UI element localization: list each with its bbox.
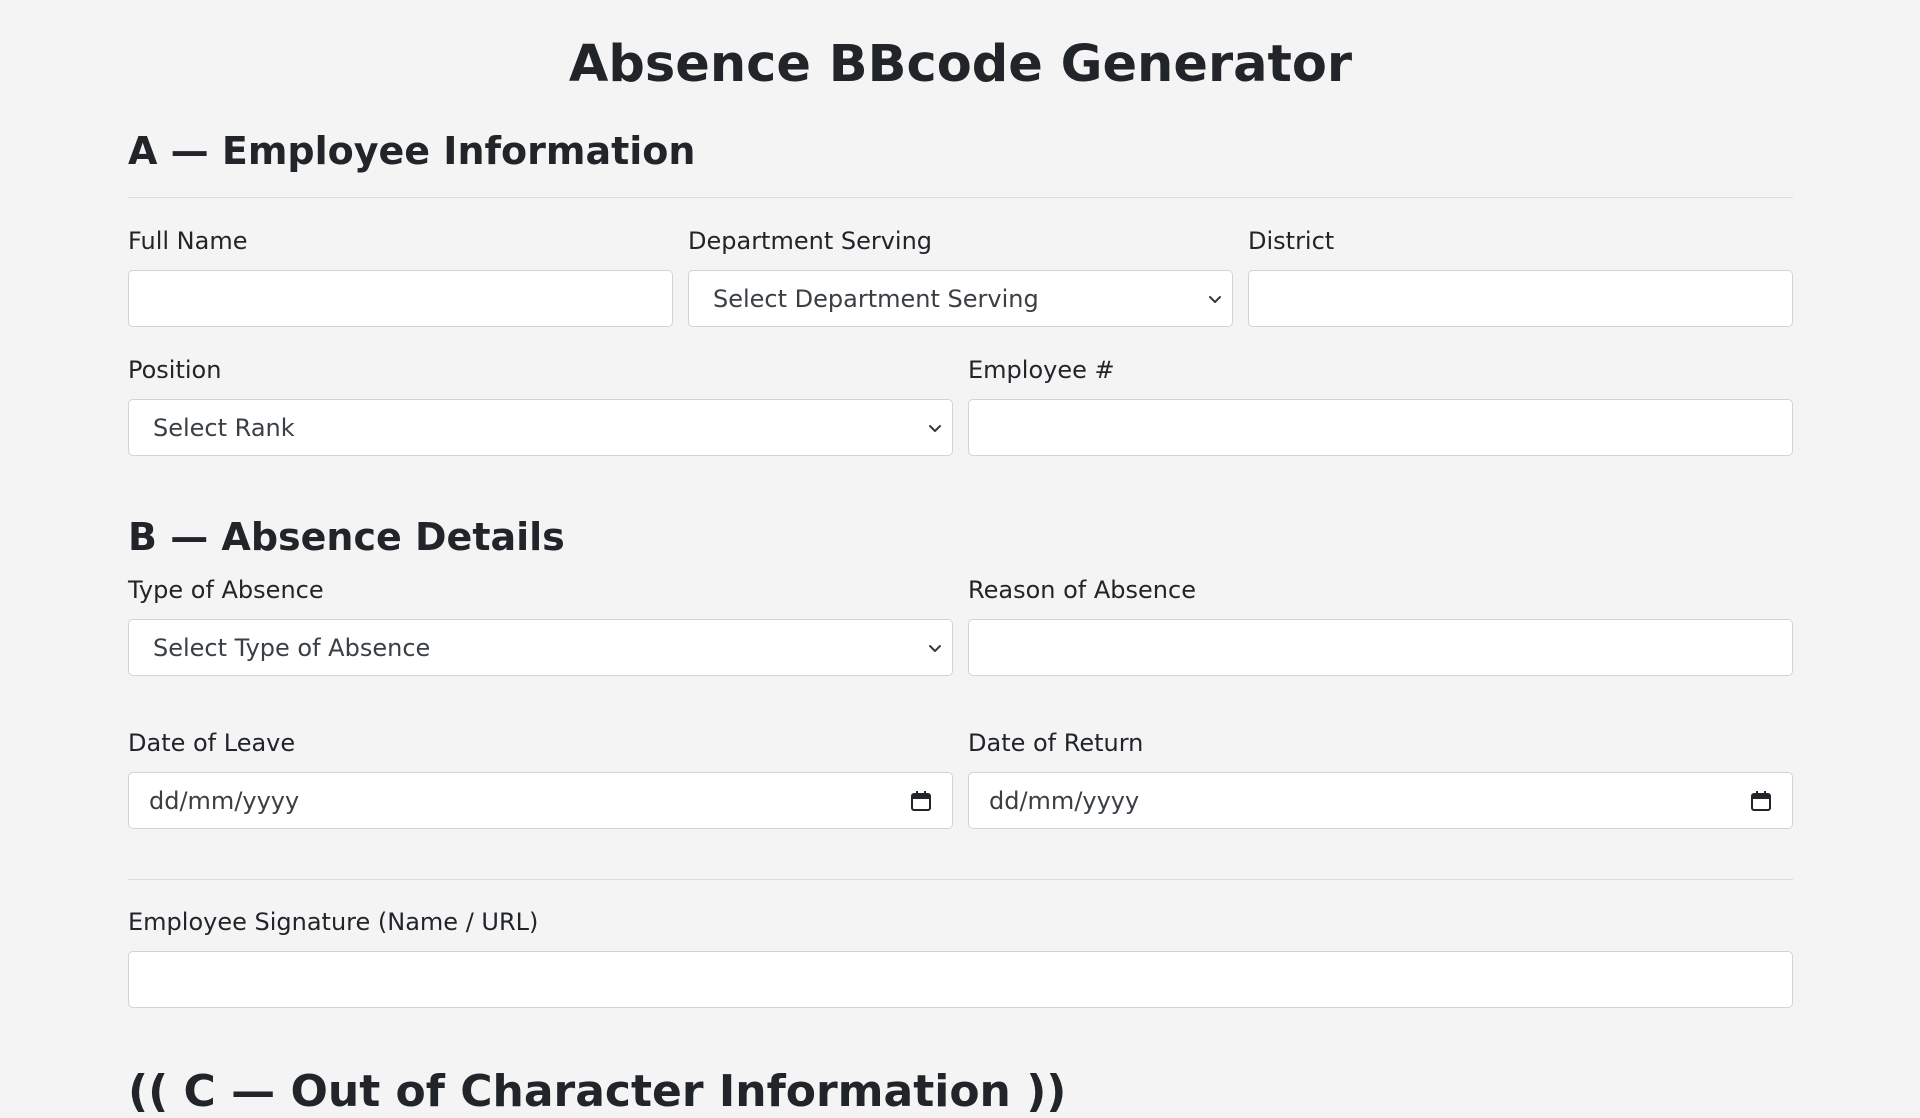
- signature-label: Employee Signature (Name / URL): [128, 908, 539, 936]
- section-b-title: B — Absence Details: [128, 515, 565, 559]
- section-a-title: A — Employee Information: [128, 129, 696, 173]
- chevron-down-icon: [929, 644, 941, 652]
- date-of-return-input[interactable]: dd/mm/yyyy: [968, 772, 1793, 829]
- district-field: District: [1248, 225, 1793, 327]
- calendar-icon[interactable]: [1750, 790, 1772, 812]
- page-title: Absence BBcode Generator: [568, 35, 1353, 94]
- section-a-divider: [128, 197, 1793, 198]
- department-select[interactable]: Select Department Serving: [688, 270, 1233, 327]
- date-of-return-placeholder: dd/mm/yyyy: [989, 786, 1140, 815]
- position-label: Position: [128, 356, 222, 384]
- signature-divider: [128, 879, 1793, 880]
- date-of-return-label: Date of Return: [968, 729, 1144, 757]
- position-select[interactable]: Select Rank: [128, 399, 953, 456]
- reason-of-absence-label: Reason of Absence: [968, 576, 1196, 604]
- district-label: District: [1248, 227, 1335, 255]
- date-of-leave-input[interactable]: dd/mm/yyyy: [128, 772, 953, 829]
- signature-input[interactable]: [128, 951, 1793, 1008]
- chevron-down-icon: [929, 424, 941, 432]
- position-field: Position Select Rank: [128, 354, 953, 456]
- department-field: Department Serving Select Department Ser…: [688, 225, 1233, 327]
- date-of-leave-field: Date of Leave dd/mm/yyyy: [128, 727, 953, 829]
- employee-number-label: Employee #: [968, 356, 1115, 384]
- full-name-field: Full Name: [128, 225, 673, 327]
- department-selected-value: Select Department Serving: [713, 284, 1039, 313]
- date-of-return-field: Date of Return dd/mm/yyyy: [968, 727, 1793, 829]
- full-name-label: Full Name: [128, 227, 248, 255]
- reason-of-absence-field: Reason of Absence: [968, 574, 1793, 676]
- type-of-absence-label: Type of Absence: [128, 576, 324, 604]
- signature-field: Employee Signature (Name / URL): [128, 906, 1793, 1008]
- department-label: Department Serving: [688, 227, 933, 255]
- type-of-absence-field: Type of Absence Select Type of Absence: [128, 574, 953, 676]
- reason-of-absence-input[interactable]: [968, 619, 1793, 676]
- date-of-leave-placeholder: dd/mm/yyyy: [149, 786, 300, 815]
- chevron-down-icon: [1209, 295, 1221, 303]
- section-c-title: (( C — Out of Character Information )): [128, 1066, 1067, 1117]
- full-name-input[interactable]: [128, 270, 673, 327]
- date-of-leave-label: Date of Leave: [128, 729, 296, 757]
- type-of-absence-select[interactable]: Select Type of Absence: [128, 619, 953, 676]
- calendar-icon[interactable]: [910, 790, 932, 812]
- employee-number-field: Employee #: [968, 354, 1793, 456]
- position-selected-value: Select Rank: [153, 413, 295, 442]
- district-input[interactable]: [1248, 270, 1793, 327]
- employee-number-input[interactable]: [968, 399, 1793, 456]
- type-of-absence-selected-value: Select Type of Absence: [153, 633, 431, 662]
